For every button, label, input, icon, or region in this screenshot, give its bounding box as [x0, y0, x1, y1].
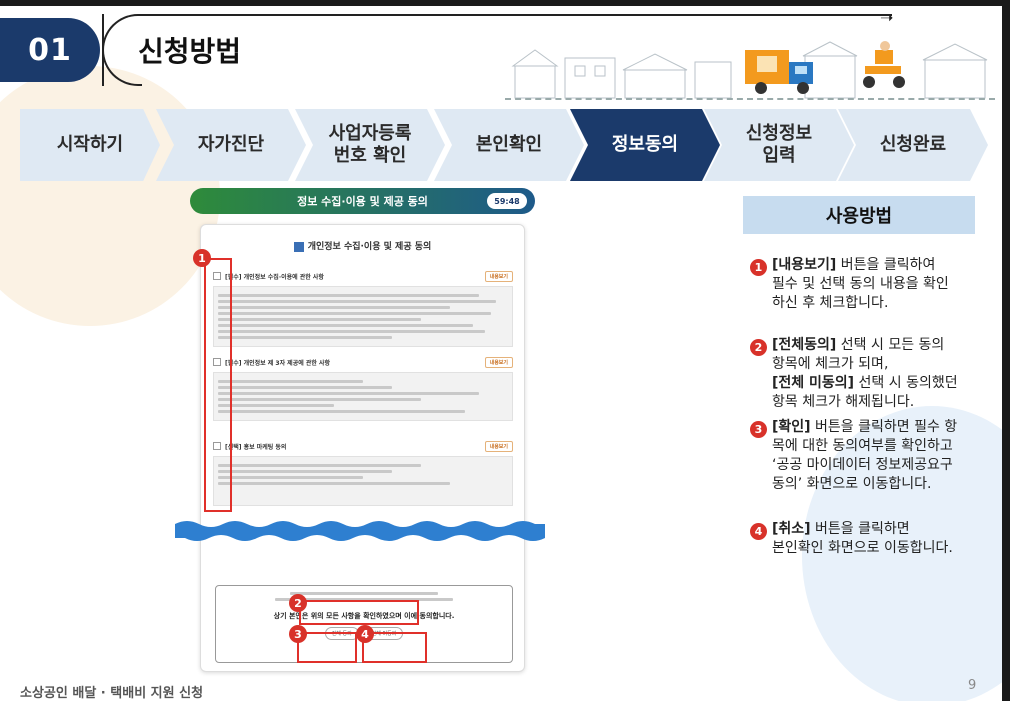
step-complete: 신청완료 — [838, 109, 988, 181]
section-title: [필수] 개인정보 수집·이용에 관한 사항 — [225, 273, 324, 281]
cut-wave-decor — [175, 521, 545, 541]
usage-keyword: [전체 미동의] — [772, 374, 855, 391]
doc-title-text: 개인정보 수집·이용 및 제공 동의 — [307, 242, 432, 252]
section-body — [213, 286, 513, 347]
step-self-check: 자가진단 — [156, 109, 306, 181]
slide: 01 ➝ 신청방법 시작하기 자가진단 사업자등록 번호 확인 본인확인 정보동… — [0, 6, 1002, 701]
step-consent: 정보동의 — [570, 109, 720, 181]
section-body — [213, 372, 513, 421]
step-start: 시작하기 — [20, 109, 160, 181]
usage-item: 1 [내용보기] 버튼을 클릭하여 필수 및 선택 동의 내용을 확인 하신 후… — [750, 256, 990, 313]
usage-item: 4 [취소] 버튼을 클릭하면 본인확인 화면으로 이동합니다. — [750, 520, 990, 558]
usage-keyword: [취소] — [772, 521, 811, 537]
decor-blob — [0, 66, 220, 326]
document-icon — [293, 241, 304, 252]
screen-header-title: 정보 수집·이용 및 제공 동의 — [297, 195, 428, 208]
step-identity: 본인확인 — [434, 109, 584, 181]
truck-icon — [745, 50, 813, 94]
usage-title: 사용방법 — [743, 196, 975, 234]
delivery-illustration — [511, 41, 988, 99]
marker-1: 1 — [750, 259, 767, 276]
session-timer: 59:48 — [487, 193, 527, 209]
highlight-view-buttons — [204, 258, 232, 512]
usage-item: 3 [확인] 버튼을 클릭하면 필수 항 목에 대한 동의여부를 확인하고 ‘공… — [750, 418, 990, 494]
section-body — [213, 456, 513, 506]
section-title: [필수] 개인정보 제 3자 제공에 관한 사항 — [225, 359, 330, 367]
usage-keyword: [확인] — [772, 419, 811, 435]
marker-4: 4 — [356, 625, 374, 643]
marker-3: 3 — [750, 421, 767, 438]
arrow-right-icon: ➝ — [880, 8, 894, 27]
marker-3: 3 — [289, 625, 307, 643]
page-number: 9 — [968, 678, 977, 693]
page-title: 신청방법 — [138, 35, 242, 68]
view-content-button[interactable]: 내용보기 — [484, 356, 513, 368]
highlight-agree-options — [299, 600, 419, 625]
usage-keyword: [전체동의] — [772, 337, 837, 353]
screen-header: 정보 수집·이용 및 제공 동의 59:48 — [190, 188, 535, 214]
consent-section: [필수] 개인정보 수집·이용에 관한 사항 내용보기 — [213, 269, 513, 347]
usage-item: 2 [전체동의] 선택 시 모든 동의 항목에 체크가 되며, [전체 미동의]… — [750, 336, 990, 412]
section-number: 01 — [0, 18, 100, 82]
step-business-number: 사업자등록 번호 확인 — [295, 109, 445, 181]
scooter-icon — [863, 41, 905, 88]
consent-section: [필수] 개인정보 제 3자 제공에 관한 사항 내용보기 — [213, 355, 513, 421]
view-content-button[interactable]: 내용보기 — [484, 270, 513, 282]
step-progress: 시작하기 자가진단 사업자등록 번호 확인 본인확인 정보동의 신청정보 입력 … — [20, 109, 992, 181]
marker-1: 1 — [193, 249, 211, 267]
section-title: [선택] 홍보 마케팅 동의 — [225, 443, 287, 451]
doc-title: 개인정보 수집·이용 및 제공 동의 — [201, 239, 524, 252]
marker-4: 4 — [750, 523, 767, 540]
view-content-button[interactable]: 내용보기 — [484, 440, 513, 452]
footer-text: 소상공인 배달 · 택배비 지원 신청 — [20, 686, 204, 701]
usage-keyword: [내용보기] — [772, 257, 837, 273]
marker-2: 2 — [289, 594, 307, 612]
marker-2: 2 — [750, 339, 767, 356]
consent-section: [선택] 홍보 마케팅 동의 내용보기 — [213, 439, 513, 506]
ground-line — [505, 98, 995, 100]
step-application-info: 신청정보 입력 — [704, 109, 854, 181]
